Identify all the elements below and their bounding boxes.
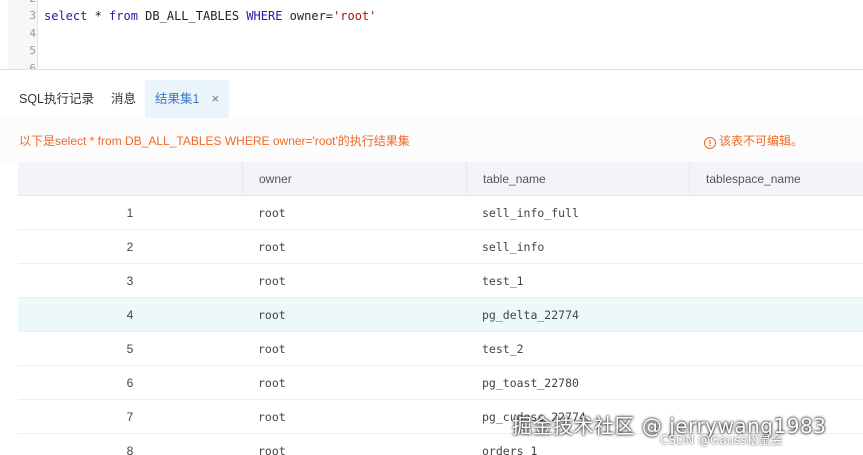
code-line-4[interactable]: 4 — [0, 25, 863, 43]
row-index: 6 — [126, 376, 134, 390]
tab-result-label: 结果集1 — [155, 92, 200, 106]
code-line-3[interactable]: 3 select * from DB_ALL_TABLES WHERE owne… — [0, 7, 863, 25]
code-text[interactable]: select * from DB_ALL_TABLES WHERE owner=… — [44, 7, 376, 25]
table-row[interactable]: 3 root test_1 — [18, 264, 863, 298]
code-fragment: * — [87, 9, 110, 23]
result-tabs: SQL执行记录 消息 结果集1 × — [0, 80, 863, 118]
code-fragment: owner= — [282, 9, 334, 23]
cell-owner[interactable]: root — [258, 298, 286, 332]
cell-table-name[interactable]: sell_info_full — [482, 196, 579, 230]
cell-owner[interactable]: root — [258, 332, 286, 366]
row-index: 7 — [126, 410, 134, 424]
code-line-5[interactable]: 5 — [0, 42, 863, 60]
code-fragment: DB_ALL_TABLES — [137, 9, 247, 23]
row-index: 8 — [126, 444, 134, 455]
result-description: 以下是select * from DB_ALL_TABLES WHERE own… — [19, 134, 410, 148]
line-number: 3 — [29, 9, 36, 22]
string-literal: 'root' — [333, 9, 377, 23]
column-header-tablespace-name[interactable]: tablespace_name — [689, 162, 863, 196]
cell-owner[interactable]: root — [258, 264, 286, 298]
tab-sql-history[interactable]: SQL执行记录 — [19, 80, 94, 118]
cell-table-name[interactable]: pg_delta_22774 — [482, 298, 579, 332]
table-row-hovered[interactable]: 4 root pg_delta_22774 — [18, 298, 863, 332]
warning-icon: ! — [704, 137, 716, 149]
row-index: 1 — [126, 206, 134, 220]
cell-table-name[interactable]: sell_info — [482, 230, 544, 264]
watermark-sub: CSDN @Gauss松鼠会 — [660, 433, 783, 447]
readonly-text: 该表不可编辑。 — [719, 134, 804, 148]
cell-table-name[interactable]: pg_toast_22780 — [482, 366, 579, 400]
row-index: 2 — [126, 240, 134, 254]
table-row[interactable]: 1 root sell_info_full — [18, 196, 863, 230]
keyword-select: select — [44, 9, 88, 23]
cell-owner[interactable]: root — [258, 230, 286, 264]
table-row[interactable]: 5 root test_2 — [18, 332, 863, 366]
row-index: 3 — [126, 274, 134, 288]
tab-result-set-1[interactable]: 结果集1 × — [145, 80, 230, 118]
close-icon[interactable]: × — [211, 80, 219, 118]
table-row[interactable]: 2 root sell_info — [18, 230, 863, 264]
line-number: 6 — [29, 62, 36, 70]
cell-table-name[interactable]: test_2 — [482, 332, 524, 366]
column-header-table-name[interactable]: table_name — [466, 162, 689, 196]
keyword-where: WHERE — [246, 9, 283, 23]
line-number: 4 — [29, 27, 36, 40]
cell-owner[interactable]: root — [258, 400, 286, 434]
sql-editor[interactable]: 2 3 select * from DB_ALL_TABLES WHERE ow… — [0, 0, 863, 70]
table-header: owner table_name tablespace_name — [18, 162, 863, 196]
cell-owner[interactable]: root — [258, 196, 286, 230]
line-number: 5 — [29, 44, 36, 57]
readonly-notice: ! 该表不可编辑。 — [704, 132, 803, 149]
row-index: 4 — [126, 308, 134, 322]
keyword-from: from — [109, 9, 138, 23]
code-line-6[interactable]: 6 — [0, 60, 863, 70]
column-header-index[interactable] — [18, 162, 242, 196]
cell-owner[interactable]: root — [258, 434, 286, 455]
row-index: 5 — [126, 342, 134, 356]
cell-owner[interactable]: root — [258, 366, 286, 400]
table-row[interactable]: 6 root pg_toast_22780 — [18, 366, 863, 400]
tab-messages[interactable]: 消息 — [111, 80, 136, 118]
cell-table-name[interactable]: test_1 — [482, 264, 524, 298]
result-notice: 以下是select * from DB_ALL_TABLES WHERE own… — [0, 118, 863, 162]
column-header-owner[interactable]: owner — [242, 162, 466, 196]
